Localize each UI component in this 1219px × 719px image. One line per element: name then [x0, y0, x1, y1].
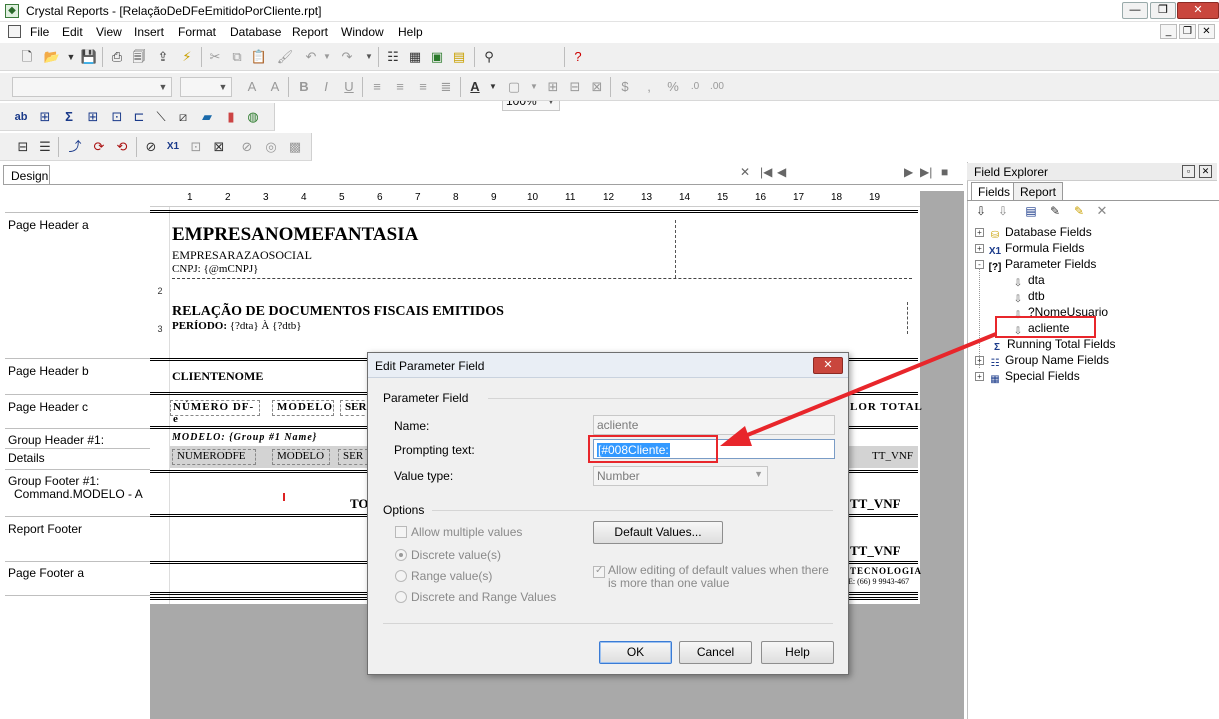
annotation-arrow [720, 332, 997, 446]
arrow-shaft [739, 332, 997, 440]
arrow-head [720, 426, 752, 446]
